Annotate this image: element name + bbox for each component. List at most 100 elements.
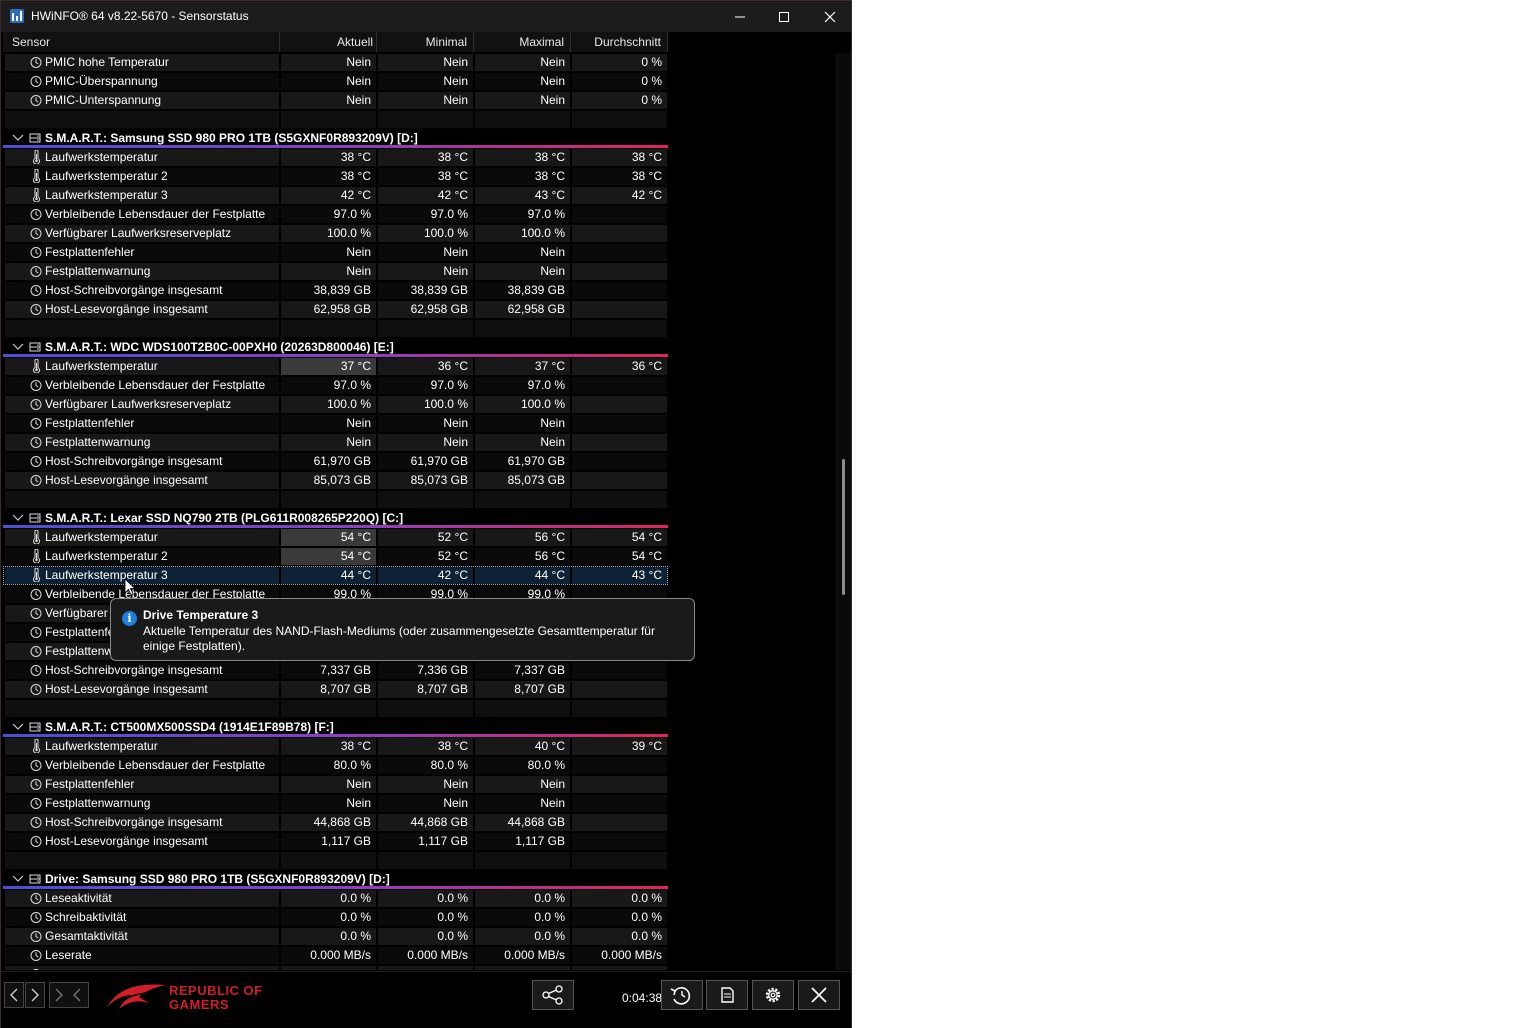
- settings-button[interactable]: [752, 980, 794, 1010]
- sensor-row[interactable]: Host-Schreibvorgänge insgesamt 7,337 GB 7,…: [3, 661, 668, 680]
- sensor-row[interactable]: PMIC-Überspannung Nein Nein Nein 0 %: [3, 72, 668, 91]
- maximum-value: 0.0 %: [475, 928, 570, 945]
- sensor-row[interactable]: PMIC-Unterspannung Nein Nein Nein 0 %: [3, 91, 668, 110]
- minimize-button[interactable]: [717, 1, 763, 32]
- sensor-row[interactable]: Festplattenwarnung Nein Nein Nein: [3, 794, 668, 813]
- column-header-average[interactable]: Durchschnitt: [572, 32, 661, 52]
- sensor-row[interactable]: Host-Lesevorgänge insgesamt 1,117 GB 1,117…: [3, 832, 668, 851]
- title-bar[interactable]: HWiNFO® 64 v8.22-5670 - Sensorstatus: [1, 1, 851, 32]
- thermometer-icon: [30, 739, 42, 753]
- sensor-row[interactable]: Schreibaktivität 0.0 % 0.0 % 0.0 % 0.0 %: [3, 908, 668, 927]
- sensor-row[interactable]: Host-Lesevorgänge insgesamt 8,707 GB 8,707…: [3, 680, 668, 699]
- maximum-value: 38 °C: [475, 149, 570, 166]
- sensor-row[interactable]: Festplattenwarnung Nein Nein Nein: [3, 262, 668, 281]
- sensor-name: Laufwerkstemperatur: [5, 738, 279, 755]
- reset-button[interactable]: [661, 980, 703, 1010]
- chevron-down-icon[interactable]: [11, 341, 25, 353]
- sensor-row[interactable]: Verbleibende Lebensdauer der Festplatte 9…: [3, 205, 668, 224]
- column-header-maximum[interactable]: Maximal: [475, 32, 564, 52]
- maximum-value: 7,337 GB: [475, 662, 570, 679]
- sensor-row[interactable]: Host-Schreibvorgänge insgesamt 44,868 GB 4…: [3, 813, 668, 832]
- sensor-row[interactable]: Host-Schreibvorgänge insgesamt 61,970 GB 6…: [3, 452, 668, 471]
- nav-back-button[interactable]: [4, 982, 24, 1008]
- sensor-row[interactable]: Leserate 0.000 MB/s 0.000 MB/s 0.000 MB/s 0.…: [3, 946, 668, 965]
- current-value: 100.0 %: [281, 225, 376, 242]
- nav-collapse-button[interactable]: [49, 982, 89, 1008]
- sensor-row[interactable]: Host-Lesevorgänge insgesamt 62,958 GB 62,9…: [3, 300, 668, 319]
- sensor-group-header[interactable]: Drive: Samsung SSD 980 PRO 1TB (S5GXNF0R…: [3, 870, 668, 889]
- hwinfo-window: HWiNFO® 64 v8.22-5670 - Sensorstatus Sen…: [0, 0, 852, 1028]
- thermometer-icon: [30, 188, 42, 202]
- minimize-icon: [735, 16, 745, 17]
- average-value: 0.0 %: [572, 928, 667, 945]
- sensor-group-label: Drive: Samsung SSD 980 PRO 1TB (S5GXNF0R…: [45, 872, 390, 886]
- sensor-row[interactable]: Leseaktivität 0.0 % 0.0 % 0.0 % 0.0 %: [3, 889, 668, 908]
- minimum-value: 80.0 %: [378, 757, 473, 774]
- clock-icon: [30, 226, 42, 240]
- chevron-down-icon[interactable]: [11, 132, 25, 144]
- sensor-row[interactable]: Host-Lesevorgänge insgesamt 85,073 GB 85,0…: [3, 471, 668, 490]
- bottom-toolbar: REPUBLIC OF GAMERS 0:04:38: [1, 971, 851, 1028]
- column-header-current[interactable]: Aktuell: [281, 32, 373, 52]
- sensor-group-header[interactable]: S.M.A.R.T.: Samsung SSD 980 PRO 1TB (S5G…: [3, 129, 668, 148]
- sensor-name: Festplattenfehler: [5, 415, 279, 432]
- minimum-value: Nein: [378, 73, 473, 90]
- sensor-row[interactable]: Laufwerkstemperatur 3 44 °C 42 °C 44 °C 43 °…: [3, 566, 668, 585]
- sensor-row[interactable]: Verfügbarer Laufwerksreserveplatz 100.0 %…: [3, 224, 668, 243]
- clock-icon: [30, 758, 42, 772]
- close-sensor-button[interactable]: [798, 980, 840, 1010]
- maximum-value: Nein: [475, 92, 570, 109]
- sensor-row[interactable]: [3, 965, 668, 970]
- nav-forward-button[interactable]: [25, 982, 45, 1008]
- sensor-row[interactable]: Verbleibende Lebensdauer der Festplatte 8…: [3, 756, 668, 775]
- maximum-value: 40 °C: [475, 738, 570, 755]
- sensor-group-header[interactable]: S.M.A.R.T.: WDC WDS100T2B0C-00PXH0 (2026…: [3, 338, 668, 357]
- sensor-row[interactable]: Laufwerkstemperatur 3 42 °C 42 °C 43 °C 42 °…: [3, 186, 668, 205]
- average-value: 0 %: [572, 73, 667, 90]
- sensor-row[interactable]: Festplattenfehler Nein Nein Nein: [3, 243, 668, 262]
- sensor-row[interactable]: Verfügbarer Laufwerksreserveplatz 100.0 %…: [3, 395, 668, 414]
- sensor-row[interactable]: Festplattenfehler Nein Nein Nein: [3, 775, 668, 794]
- average-value: [572, 301, 667, 318]
- drive-icon: [29, 721, 41, 733]
- thermometer-icon: [30, 169, 42, 183]
- sensor-row[interactable]: Laufwerkstemperatur 37 °C 36 °C 37 °C 36 °C: [3, 357, 668, 376]
- report-button[interactable]: [706, 980, 748, 1010]
- column-header-minimum[interactable]: Minimal: [378, 32, 467, 52]
- average-value: 0.0 %: [572, 909, 667, 926]
- average-value: [572, 396, 667, 413]
- clock-icon: [30, 378, 42, 392]
- maximize-button[interactable]: [761, 1, 807, 32]
- sensor-group-header[interactable]: S.M.A.R.T.: Lexar SSD NQ790 2TB (PLG611R…: [3, 509, 668, 528]
- sensor-row[interactable]: Laufwerkstemperatur 2 54 °C 52 °C 56 °C 54 °…: [3, 547, 668, 566]
- sensor-row[interactable]: Laufwerkstemperatur 54 °C 52 °C 56 °C 54 °C: [3, 528, 668, 547]
- maximum-value: 80.0 %: [475, 757, 570, 774]
- minimum-value: 36 °C: [378, 358, 473, 375]
- sensor-row[interactable]: Host-Schreibvorgänge insgesamt 38,839 GB 3…: [3, 281, 668, 300]
- column-header-sensor[interactable]: Sensor: [12, 32, 272, 52]
- sensor-tooltip: i Drive Temperature 3 Aktuelle Temperatu…: [110, 598, 695, 661]
- close-window-button[interactable]: [807, 1, 853, 32]
- sensor-row[interactable]: Verbleibende Lebensdauer der Festplatte 9…: [3, 376, 668, 395]
- current-value: Nein: [281, 263, 376, 280]
- chevron-down-icon[interactable]: [11, 512, 25, 524]
- sensor-name: [5, 966, 279, 970]
- chevron-down-icon[interactable]: [11, 873, 25, 885]
- chevron-down-icon[interactable]: [11, 721, 25, 733]
- sensor-row[interactable]: PMIC hohe Temperatur Nein Nein Nein 0 %: [3, 53, 668, 72]
- minimum-value: 42 °C: [378, 187, 473, 204]
- network-button[interactable]: [532, 980, 574, 1010]
- sensor-row[interactable]: Festplattenfehler Nein Nein Nein: [3, 414, 668, 433]
- sensor-group-header[interactable]: S.M.A.R.T.: CT500MX500SSD4 (1914E1F89B78…: [3, 718, 668, 737]
- current-value: 0.0 %: [281, 890, 376, 907]
- sensor-row[interactable]: Gesamtaktivität 0.0 % 0.0 % 0.0 % 0.0 %: [3, 927, 668, 946]
- sensor-row[interactable]: Festplattenwarnung Nein Nein Nein: [3, 433, 668, 452]
- sensor-row[interactable]: Laufwerkstemperatur 2 38 °C 38 °C 38 °C 38 °…: [3, 167, 668, 186]
- sensor-row[interactable]: Laufwerkstemperatur 38 °C 38 °C 40 °C 39 °C: [3, 737, 668, 756]
- maximum-value: Nein: [475, 54, 570, 71]
- clock-icon: [30, 777, 42, 791]
- maximum-value: Nein: [475, 415, 570, 432]
- average-value: [572, 225, 667, 242]
- sensor-row[interactable]: Laufwerkstemperatur 38 °C 38 °C 38 °C 38 °C: [3, 148, 668, 167]
- scrollbar-thumb[interactable]: [842, 459, 845, 595]
